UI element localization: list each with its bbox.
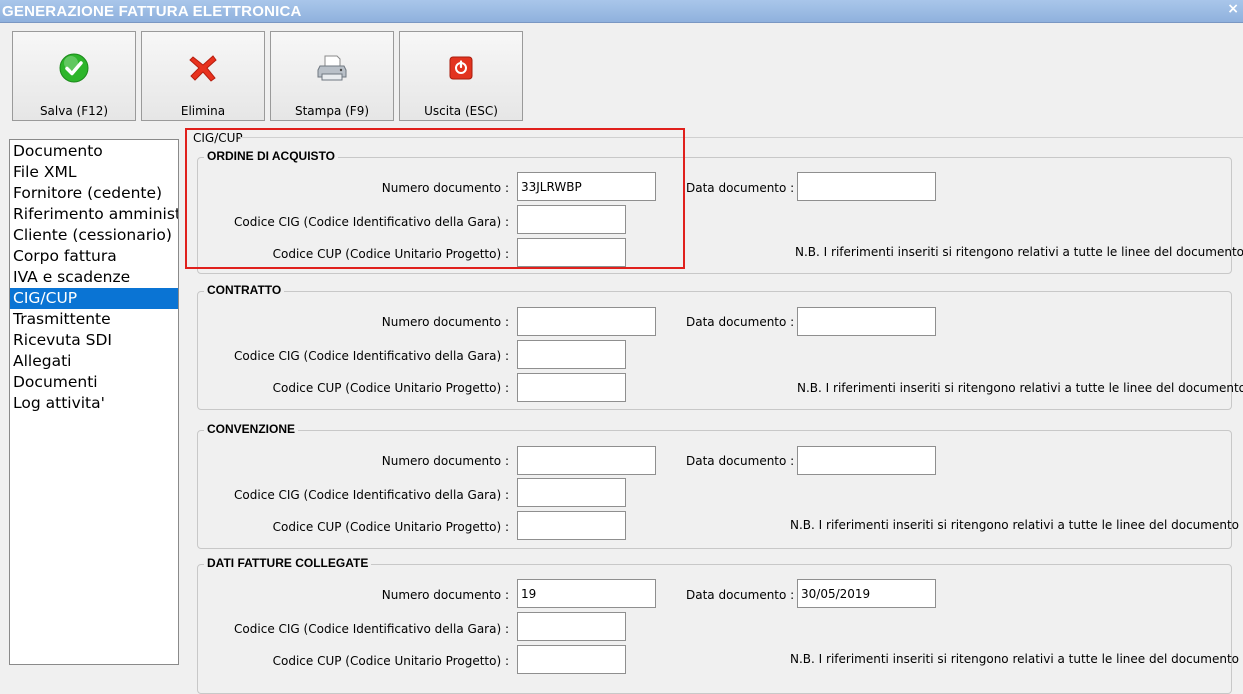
section-nav-list[interactable]: Documento File XML Fornitore (cedente) R… — [9, 139, 179, 665]
codice-cup-label: Codice CUP (Codice Unitario Progetto) : — [272, 381, 509, 395]
nav-item-trasmittente[interactable]: Trasmittente — [10, 309, 178, 330]
convenzione-codice-cig-input[interactable] — [517, 478, 626, 507]
note-text: N.B. I riferimenti inseriti si ritengono… — [790, 652, 1239, 666]
nav-item-allegati[interactable]: Allegati — [10, 351, 178, 372]
note-text: N.B. I riferimenti inseriti si ritengono… — [797, 381, 1243, 395]
fatture-data-documento-input[interactable] — [797, 579, 936, 608]
nav-item-log-attivita[interactable]: Log attivita' — [10, 393, 178, 414]
save-button[interactable]: Salva (F12) — [12, 31, 136, 121]
panel-divider — [240, 137, 1243, 138]
contratto-data-documento-input[interactable] — [797, 307, 936, 336]
exit-icon — [449, 56, 473, 80]
nav-item-corpo-fattura[interactable]: Corpo fattura — [10, 246, 178, 267]
delete-button-label: Elimina — [180, 104, 226, 118]
check-icon — [59, 53, 89, 83]
delete-button[interactable]: Elimina — [141, 31, 265, 121]
numero-documento-label: Numero documento : — [381, 181, 509, 195]
group-contratto: CONTRATTO Numero documento : Data docume… — [197, 283, 1243, 410]
codice-cig-label: Codice CIG (Codice Identificativo della … — [234, 349, 509, 363]
nav-item-cig-cup[interactable]: CIG/CUP — [10, 288, 178, 309]
codice-cup-label: Codice CUP (Codice Unitario Progetto) : — [272, 654, 509, 668]
exit-button-label: Uscita (ESC) — [424, 104, 498, 118]
window-title: GENERAZIONE FATTURA ELETTRONICA — [2, 3, 302, 20]
group-title: CONTRATTO — [204, 283, 285, 297]
codice-cup-label: Codice CUP (Codice Unitario Progetto) : — [272, 520, 509, 534]
nav-item-cliente[interactable]: Cliente (cessionario) — [10, 225, 178, 246]
data-documento-label: Data documento : — [686, 588, 795, 602]
nav-item-ricevuta-sdi[interactable]: Ricevuta SDI — [10, 330, 178, 351]
fatture-codice-cup-input[interactable] — [517, 645, 626, 674]
numero-documento-label: Numero documento : — [381, 315, 509, 329]
codice-cig-label: Codice CIG (Codice Identificativo della … — [234, 488, 509, 502]
numero-documento-label: Numero documento : — [381, 588, 509, 602]
ordine-numero-documento-input[interactable] — [517, 172, 656, 201]
contratto-numero-documento-input[interactable] — [517, 307, 656, 336]
note-text: N.B. I riferimenti inseriti si ritengono… — [795, 245, 1243, 259]
ordine-codice-cup-input[interactable] — [517, 238, 626, 267]
exit-button[interactable]: Uscita (ESC) — [399, 31, 523, 121]
print-button-label: Stampa (F9) — [294, 104, 370, 118]
group-dati-fatture-collegate: DATI FATTURE COLLEGATE Numero documento … — [197, 556, 1239, 694]
ordine-data-documento-input[interactable] — [797, 172, 936, 201]
nav-item-file-xml[interactable]: File XML — [10, 162, 178, 183]
close-icon[interactable]: × — [1227, 1, 1239, 17]
nav-item-riferimento-amministrativo[interactable]: Riferimento amministrativo — [10, 204, 178, 225]
nav-item-iva-scadenze[interactable]: IVA e scadenze — [10, 267, 178, 288]
printer-icon — [317, 55, 347, 81]
group-ordine-acquisto: ORDINE DI ACQUISTO Numero documento : Da… — [197, 149, 1243, 274]
convenzione-data-documento-input[interactable] — [797, 446, 936, 475]
title-bar: GENERAZIONE FATTURA ELETTRONICA × — [0, 0, 1243, 23]
data-documento-label: Data documento : — [686, 315, 795, 329]
numero-documento-label: Numero documento : — [381, 454, 509, 468]
fatture-codice-cig-input[interactable] — [517, 612, 626, 641]
note-text: N.B. I riferimenti inseriti si ritengono… — [790, 518, 1239, 532]
fatture-numero-documento-input[interactable] — [517, 579, 656, 608]
nav-item-fornitore[interactable]: Fornitore (cedente) — [10, 183, 178, 204]
nav-item-documento[interactable]: Documento — [10, 141, 178, 162]
ordine-codice-cig-input[interactable] — [517, 205, 626, 234]
x-icon — [189, 55, 217, 82]
data-documento-label: Data documento : — [686, 454, 795, 468]
nav-item-documenti[interactable]: Documenti — [10, 372, 178, 393]
codice-cig-label: Codice CIG (Codice Identificativo della … — [234, 215, 509, 229]
save-button-label: Salva (F12) — [39, 104, 109, 118]
contratto-codice-cup-input[interactable] — [517, 373, 626, 402]
contratto-codice-cig-input[interactable] — [517, 340, 626, 369]
convenzione-codice-cup-input[interactable] — [517, 511, 626, 540]
group-convenzione: CONVENZIONE Numero documento : Data docu… — [197, 422, 1239, 549]
panel-title: CIG/CUP — [193, 131, 243, 145]
convenzione-numero-documento-input[interactable] — [517, 446, 656, 475]
data-documento-label: Data documento : — [686, 181, 795, 195]
group-title: CONVENZIONE — [204, 422, 299, 436]
codice-cig-label: Codice CIG (Codice Identificativo della … — [234, 622, 509, 636]
codice-cup-label: Codice CUP (Codice Unitario Progetto) : — [272, 247, 509, 261]
print-button[interactable]: Stampa (F9) — [270, 31, 394, 121]
group-title: DATI FATTURE COLLEGATE — [204, 556, 372, 570]
group-title: ORDINE DI ACQUISTO — [204, 149, 339, 163]
